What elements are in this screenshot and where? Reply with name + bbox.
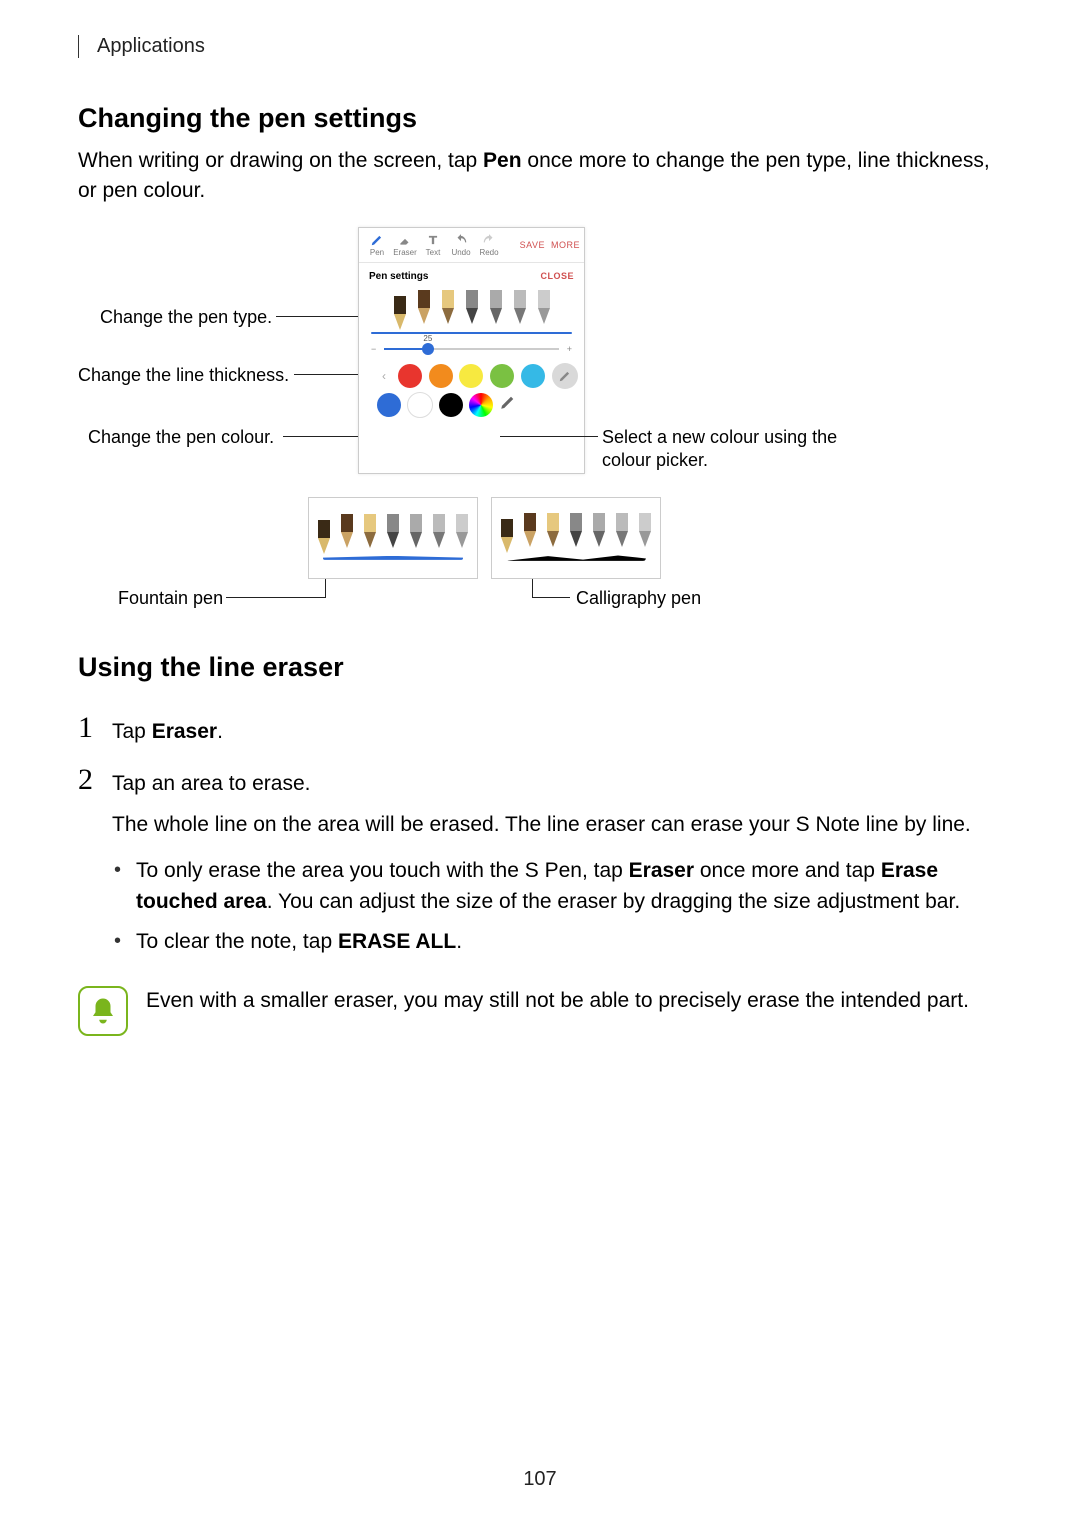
editor-toolbar: Pen Eraser Text Undo Redo (359, 228, 584, 263)
callout-calligraphy: Calligraphy pen (576, 587, 701, 610)
pen-type-calligraphy-icon (415, 290, 433, 324)
color-swatch-green[interactable] (490, 364, 514, 388)
bullet-erase-touched: To only erase the area you touch with th… (112, 856, 1002, 917)
color-row-1: ‹ › (359, 364, 584, 388)
toolbar-redo[interactable]: Redo (475, 233, 503, 257)
add-colour-button[interactable] (552, 363, 578, 389)
bullet-erase-all: To clear the note, tap ERASE ALL. (112, 927, 1002, 957)
heading-line-eraser: Using the line eraser (78, 652, 1002, 683)
pen-settings-intro: When writing or drawing on the screen, t… (78, 146, 1002, 207)
eraser-icon (398, 233, 412, 247)
toolbar-pen[interactable]: Pen (363, 233, 391, 257)
undo-icon (454, 233, 468, 247)
pen-type-marker-icon (463, 290, 481, 324)
color-swatch-red[interactable] (398, 364, 422, 388)
callout-fountain: Fountain pen (118, 587, 223, 610)
pen-type-chisel-icon (535, 290, 553, 324)
step-2: 2 Tap an area to erase. The whole line o… (78, 765, 1002, 967)
note-block: Even with a smaller eraser, you may stil… (78, 986, 1002, 1036)
pen-settings-close[interactable]: CLOSE (540, 271, 574, 281)
pen-type-row[interactable] (359, 286, 584, 326)
text-icon (426, 233, 440, 247)
pencil-icon (558, 369, 572, 383)
page-number: 107 (0, 1468, 1080, 1491)
pen-icon (370, 233, 384, 247)
thickness-slider[interactable]: − 25 + (359, 334, 584, 364)
colour-picker-wheel[interactable] (469, 393, 493, 417)
toolbar-eraser[interactable]: Eraser (391, 233, 419, 257)
pen-type-brush-icon (511, 290, 529, 324)
toolbar-undo[interactable]: Undo (447, 233, 475, 257)
toolbar-text[interactable]: Text (419, 233, 447, 257)
eyedropper-button[interactable] (499, 393, 517, 416)
chevron-left-icon[interactable]: ‹ (377, 369, 391, 383)
fountain-pen-subpanel (308, 497, 478, 579)
pen-type-fountain-icon (391, 296, 409, 330)
color-swatch-orange[interactable] (429, 364, 453, 388)
pen-type-pencil-icon (439, 290, 457, 324)
slider-knob[interactable] (422, 343, 434, 355)
color-swatch-blue-selected[interactable] (377, 393, 401, 417)
color-swatch-white[interactable] (407, 392, 433, 418)
redo-icon (482, 233, 496, 247)
step-1: 1 Tap Eraser. (78, 713, 1002, 747)
note-bell-icon (78, 986, 128, 1036)
toolbar-more[interactable]: MORE (551, 240, 580, 250)
heading-pen-settings: Changing the pen settings (78, 103, 1002, 134)
slider-plus[interactable]: + (567, 344, 572, 354)
callout-picker: Select a new colour using the colour pic… (602, 426, 882, 473)
slider-minus[interactable]: − (371, 344, 376, 354)
color-swatch-black[interactable] (439, 393, 463, 417)
callout-thickness: Change the line thickness. (78, 364, 289, 387)
color-swatch-cyan[interactable] (521, 364, 545, 388)
color-row-2 (359, 388, 584, 422)
callout-colour: Change the pen colour. (88, 426, 274, 449)
pen-type-highlighter-icon (487, 290, 505, 324)
breadcrumb: Applications (78, 35, 1002, 58)
calligraphy-pen-subpanel (491, 497, 661, 579)
eyedropper-icon (499, 393, 517, 411)
callout-pen-type: Change the pen type. (100, 306, 272, 329)
pen-settings-header: Pen settings CLOSE (359, 263, 584, 286)
figure-pen-settings: Pen Eraser Text Undo Redo (78, 227, 1002, 622)
toolbar-save[interactable]: SAVE (520, 240, 545, 250)
color-swatch-yellow[interactable] (459, 364, 483, 388)
